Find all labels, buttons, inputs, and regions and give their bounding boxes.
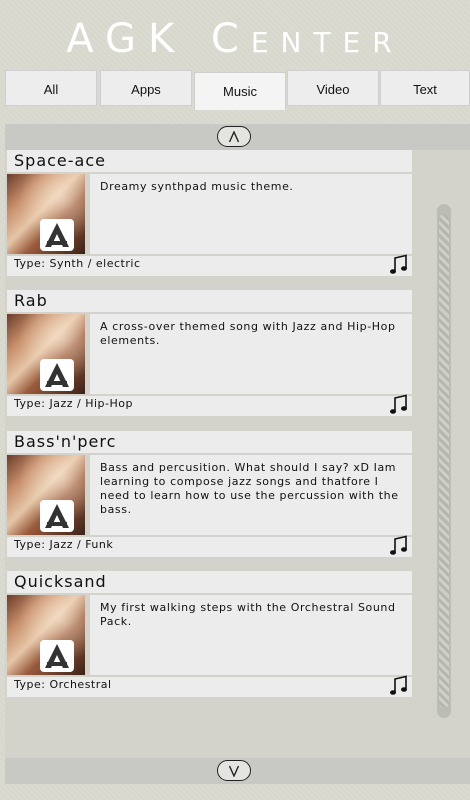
item-type: Type: Orchestral bbox=[7, 677, 412, 697]
music-list[interactable]: Space-ace Dreamy synthpad music theme. T… bbox=[5, 150, 470, 758]
tab-video[interactable]: Video bbox=[287, 70, 379, 106]
item-description: My first walking steps with the Orchestr… bbox=[90, 595, 412, 675]
scroll-down-button[interactable] bbox=[217, 760, 251, 781]
music-note-icon bbox=[390, 254, 407, 274]
item-description: Dreamy synthpad music theme. bbox=[90, 174, 412, 254]
list-scrollbar[interactable] bbox=[437, 204, 451, 718]
music-note-icon bbox=[390, 535, 407, 555]
agk-logo-icon bbox=[40, 219, 74, 251]
scroll-up-button[interactable] bbox=[217, 126, 251, 147]
item-title: Rab bbox=[7, 290, 412, 312]
list-item[interactable]: Bass'n'perc Bass and percusition. What s… bbox=[5, 431, 415, 559]
list-item[interactable]: Space-ace Dreamy synthpad music theme. T… bbox=[5, 150, 415, 278]
scroll-up-bar bbox=[5, 124, 470, 150]
chevron-up-icon bbox=[228, 130, 240, 142]
item-description: A cross-over themed song with Jazz and H… bbox=[90, 314, 412, 394]
item-type: Type: Synth / electric bbox=[7, 256, 412, 276]
category-tabs: All Apps Music Video Text bbox=[5, 70, 470, 110]
item-thumbnail bbox=[7, 174, 85, 254]
item-thumbnail bbox=[7, 595, 85, 675]
agk-logo-icon bbox=[40, 640, 74, 672]
chevron-down-icon bbox=[228, 765, 240, 777]
item-thumbnail bbox=[7, 314, 85, 394]
item-title: Space-ace bbox=[7, 150, 412, 172]
music-note-icon bbox=[390, 394, 407, 414]
tab-apps[interactable]: Apps bbox=[100, 70, 192, 106]
tab-text[interactable]: Text bbox=[380, 70, 470, 106]
scrollbar-thumb[interactable] bbox=[439, 214, 449, 708]
list-item[interactable]: Quicksand My first walking steps with th… bbox=[5, 571, 415, 699]
item-type: Type: Jazz / Hip-Hop bbox=[7, 396, 412, 416]
tab-music[interactable]: Music bbox=[194, 72, 286, 110]
agk-logo-icon bbox=[40, 359, 74, 391]
item-title: Quicksand bbox=[7, 571, 412, 593]
item-description: Bass and percusition. What should I say?… bbox=[90, 455, 412, 535]
item-title: Bass'n'perc bbox=[7, 431, 412, 453]
app-title: AGK Center bbox=[66, 16, 404, 62]
scroll-down-bar bbox=[5, 758, 470, 784]
tab-all[interactable]: All bbox=[5, 70, 97, 106]
agk-logo-icon bbox=[40, 500, 74, 532]
item-thumbnail bbox=[7, 455, 85, 535]
music-note-icon bbox=[390, 675, 407, 695]
list-item[interactable]: Rab A cross-over themed song with Jazz a… bbox=[5, 290, 415, 418]
item-type: Type: Jazz / Funk bbox=[7, 537, 412, 557]
